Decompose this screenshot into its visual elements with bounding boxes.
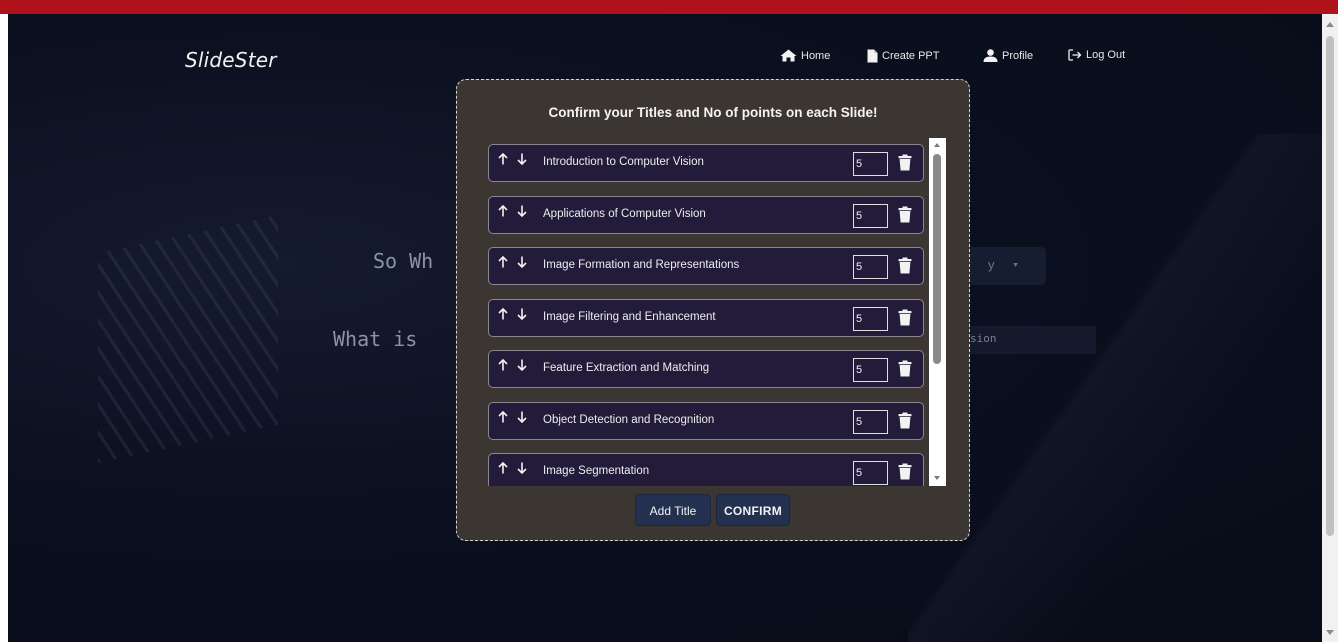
nav-create-ppt-label: Create PPT (882, 50, 940, 62)
home-icon (780, 49, 797, 62)
background-dropdown[interactable]: y ▼ (966, 247, 1046, 285)
page-scroll-thumb[interactable] (1326, 36, 1334, 536)
arrow-up-icon[interactable] (498, 462, 508, 474)
slide-title[interactable]: Feature Extraction and Matching (543, 362, 709, 374)
nav-logout-link[interactable]: Log Out (1068, 49, 1125, 61)
page-scrollbar[interactable] (1322, 14, 1338, 642)
arrow-down-icon[interactable] (517, 256, 527, 268)
slide-row[interactable]: Image Filtering and Enhancement 5 (488, 298, 924, 337)
slide-title-list[interactable]: Introduction to Computer Vision 5 Applic… (487, 138, 925, 486)
points-input[interactable]: 5 (853, 152, 888, 176)
arrow-down-icon[interactable] (517, 153, 527, 165)
confirm-button[interactable]: CONFIRM (716, 494, 790, 526)
slide-row[interactable]: Object Detection and Recognition 5 (488, 401, 924, 440)
scroll-down-arrow-icon[interactable] (1326, 630, 1334, 635)
slide-title[interactable]: Image Filtering and Enhancement (543, 311, 716, 323)
slide-title[interactable]: Introduction to Computer Vision (543, 156, 704, 168)
points-input[interactable]: 5 (853, 306, 888, 331)
background-question-2: What is (333, 327, 418, 351)
arrow-down-icon[interactable] (517, 308, 527, 320)
arrow-up-icon[interactable] (498, 256, 508, 268)
list-scrollbar[interactable] (929, 138, 946, 486)
modal-title: Confirm your Titles and No of points on … (548, 105, 878, 120)
slide-row[interactable]: Applications of Computer Vision 5 (488, 195, 924, 234)
background-light-streak (908, 134, 1322, 642)
arrow-down-icon[interactable] (517, 462, 527, 474)
slide-row[interactable]: Image Segmentation 5 (488, 453, 924, 486)
background-dropdown-value: y (988, 257, 995, 272)
nav-home-link[interactable]: Home (780, 49, 830, 62)
points-input[interactable]: 5 (853, 203, 888, 228)
nav-logout-label: Log Out (1086, 49, 1126, 61)
background-pattern (98, 214, 278, 464)
scroll-up-arrow-icon[interactable] (934, 143, 940, 147)
list-scroll-thumb[interactable] (933, 154, 941, 364)
arrow-up-icon[interactable] (498, 359, 508, 371)
points-input[interactable]: 5 (853, 255, 888, 279)
nav-create-ppt-link[interactable]: Create PPT (867, 49, 939, 63)
scroll-down-arrow-icon[interactable] (934, 476, 940, 480)
trash-icon[interactable] (898, 309, 912, 326)
chevron-down-icon: ▼ (1012, 262, 1020, 270)
points-input[interactable]: 5 (853, 461, 888, 485)
confirm-titles-modal: Confirm your Titles and No of points on … (456, 79, 970, 541)
background-topic-input[interactable]: sion (966, 326, 1096, 354)
slide-title[interactable]: Image Formation and Representations (543, 259, 739, 271)
trash-icon[interactable] (898, 463, 912, 480)
points-input[interactable]: 5 (853, 409, 888, 434)
nav-home-label: Home (801, 49, 831, 62)
arrow-up-icon[interactable] (498, 204, 508, 217)
file-icon (867, 49, 878, 63)
arrow-up-icon[interactable] (498, 153, 508, 165)
slide-title[interactable]: Applications of Computer Vision (543, 208, 706, 220)
arrow-down-icon[interactable] (517, 359, 527, 371)
arrow-down-icon[interactable] (517, 411, 527, 423)
arrow-down-icon[interactable] (517, 205, 527, 217)
trash-icon[interactable] (898, 412, 912, 429)
slide-row[interactable]: Introduction to Computer Vision 5 (488, 144, 924, 182)
trash-icon[interactable] (898, 360, 912, 377)
add-title-button[interactable]: Add Title (635, 494, 711, 526)
nav-profile-link[interactable]: Profile (983, 49, 1033, 62)
logout-icon (1068, 49, 1082, 61)
trash-icon[interactable] (898, 257, 912, 274)
scroll-up-arrow-icon[interactable] (1326, 22, 1334, 27)
app-logo[interactable]: SlideSter (185, 48, 277, 72)
slide-title[interactable]: Object Detection and Recognition (543, 414, 714, 426)
arrow-up-icon[interactable] (498, 410, 508, 423)
nav-profile-label: Profile (1002, 49, 1034, 62)
points-input[interactable]: 5 (853, 358, 888, 382)
arrow-up-icon[interactable] (498, 307, 508, 320)
slide-row[interactable]: Image Formation and Representations 5 (488, 247, 924, 285)
browser-top-bar (0, 0, 1338, 14)
background-question-1: So Wh (373, 249, 434, 273)
slide-row[interactable]: Feature Extraction and Matching 5 (488, 350, 924, 388)
trash-icon[interactable] (898, 154, 912, 171)
user-icon (983, 49, 998, 62)
slide-title[interactable]: Image Segmentation (543, 465, 649, 477)
trash-icon[interactable] (898, 206, 912, 223)
